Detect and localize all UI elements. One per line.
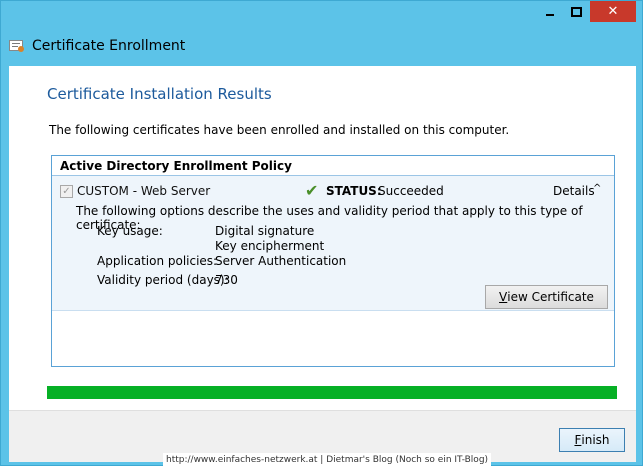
validity-period-label: Validity period (days): [97, 273, 229, 287]
application-policies-label: Application policies: [97, 254, 218, 268]
certificate-checkbox[interactable]: ✓ [60, 185, 73, 198]
certificate-enrollment-window: ✕ Certificate Enrollment Certificate Ins… [0, 0, 643, 466]
enrollment-progress-bar [47, 386, 617, 399]
progress-fill [47, 386, 617, 399]
maximize-button[interactable] [563, 1, 590, 22]
key-usage-label: Key usage: [97, 224, 163, 238]
wizard-header: Certificate Enrollment [9, 34, 185, 58]
validity-period-value: 730 [215, 273, 238, 287]
details-toggle[interactable]: Details [553, 184, 595, 198]
key-usage-value: Key encipherment [215, 239, 325, 253]
close-button[interactable]: ✕ [590, 1, 636, 22]
application-policies-value: Server Authentication [215, 254, 347, 268]
status-value: Succeeded [378, 184, 444, 198]
minimize-button[interactable] [536, 1, 563, 22]
chevron-up-icon[interactable]: ^ [593, 183, 601, 194]
certificate-icon [9, 39, 25, 53]
window-caption-buttons: ✕ [536, 1, 636, 23]
success-check-icon: ✔ [305, 181, 319, 200]
page-title: Certificate Installation Results [47, 85, 272, 103]
status-label: STATUS: [326, 184, 382, 198]
policy-header: Active Directory Enrollment Policy [52, 156, 614, 176]
enrollment-policy-panel: Active Directory Enrollment Policy ✓ CUS… [51, 155, 615, 367]
window-title: Certificate Enrollment [32, 38, 186, 54]
finish-button[interactable]: Finish [559, 428, 625, 452]
certificate-name: CUSTOM - Web Server [77, 184, 211, 198]
watermark-text: http://www.einfaches-netzwerk.at | Dietm… [163, 453, 492, 466]
intro-text: The following certificates have been enr… [49, 123, 510, 137]
key-usage-value: Digital signature [215, 224, 315, 238]
view-certificate-button[interactable]: View Certificate [485, 285, 608, 309]
wizard-content: Certificate Installation Results The fol… [9, 66, 636, 410]
certificate-row: ✓ CUSTOM - Web Server ✔ STATUS: Succeede… [52, 176, 614, 311]
